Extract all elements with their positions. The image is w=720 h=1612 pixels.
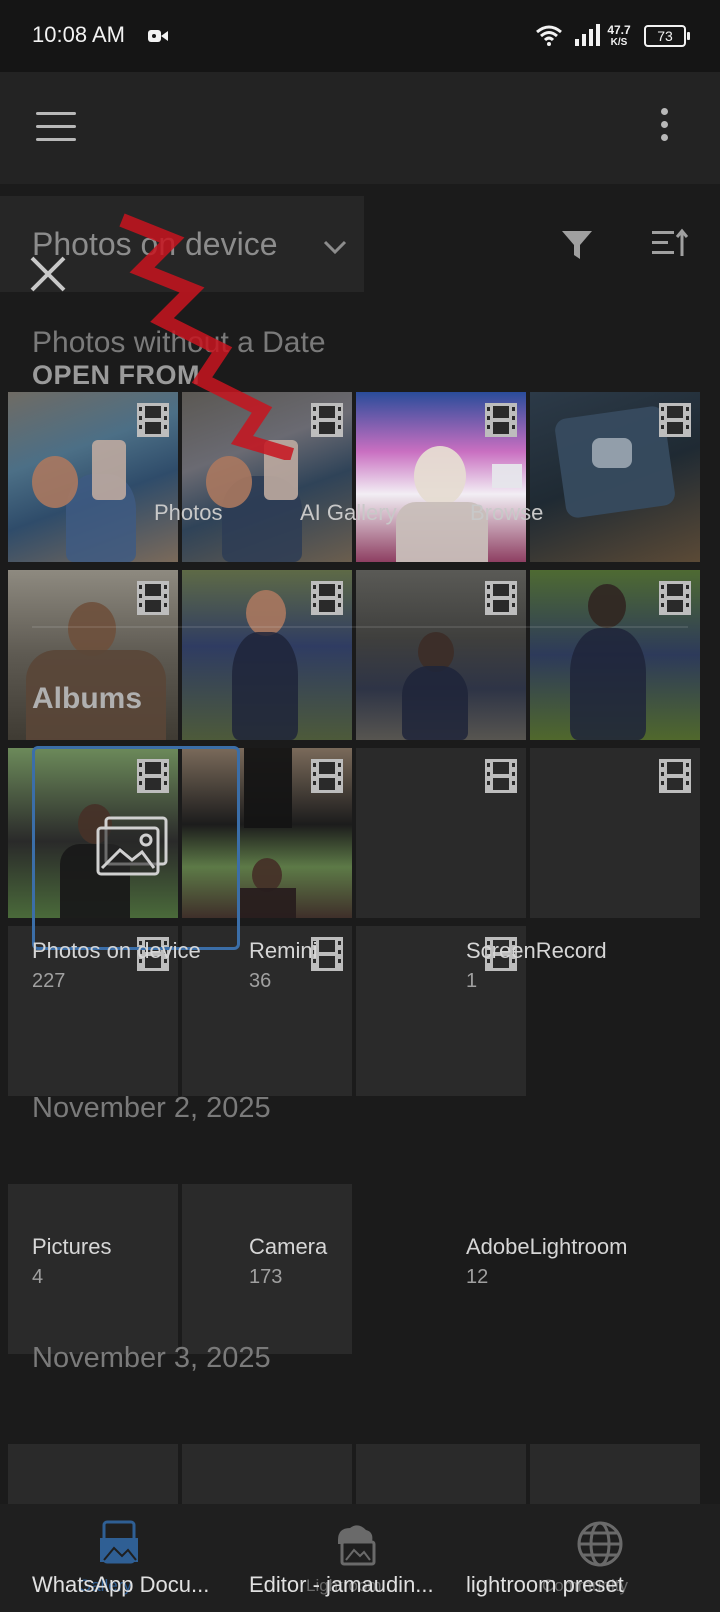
sort-icon[interactable] bbox=[652, 228, 689, 263]
status-time: 10:08 AM bbox=[32, 22, 125, 47]
chevron-down-icon[interactable] bbox=[322, 238, 348, 261]
album-name[interactable]: lightroom preset bbox=[466, 1572, 624, 1598]
app-header bbox=[0, 72, 720, 184]
video-icon bbox=[310, 402, 344, 438]
album-name[interactable]: Editor - jamaudin... bbox=[249, 1572, 434, 1598]
album-count: 4 bbox=[32, 1266, 44, 1288]
photo-thumbnail[interactable] bbox=[356, 392, 526, 562]
video-icon bbox=[658, 580, 692, 616]
album-count: 36 bbox=[249, 970, 272, 992]
video-icon bbox=[484, 402, 518, 438]
hamburger-menu-icon[interactable] bbox=[36, 112, 76, 144]
source-browse[interactable]: Browse bbox=[470, 500, 543, 526]
photo-thumbnail[interactable] bbox=[530, 748, 700, 918]
photo-thumbnail[interactable] bbox=[356, 748, 526, 918]
filter-icon[interactable] bbox=[560, 228, 594, 267]
source-photos[interactable]: Photos bbox=[154, 500, 223, 526]
cloud-photo-icon bbox=[328, 1520, 376, 1571]
album-name[interactable]: Camera bbox=[249, 1234, 327, 1260]
album-count: 173 bbox=[249, 1266, 283, 1288]
network-speed: 47.7 K/S bbox=[604, 23, 634, 48]
battery-indicator: 73 bbox=[644, 25, 690, 47]
wifi-icon bbox=[535, 24, 563, 51]
album-name[interactable]: WhatsApp Docu... bbox=[32, 1572, 209, 1598]
globe-icon bbox=[576, 1520, 624, 1573]
photo-thumbnail[interactable] bbox=[182, 570, 352, 740]
gallery-icon bbox=[96, 1520, 142, 1571]
video-icon bbox=[658, 402, 692, 438]
album-count: 227 bbox=[32, 970, 66, 992]
date-heading: November 2, 2025 bbox=[32, 1092, 271, 1124]
network-speed-unit: K/S bbox=[610, 37, 628, 48]
signal-icon bbox=[575, 24, 601, 51]
photo-thumbnail[interactable] bbox=[530, 392, 700, 562]
video-icon bbox=[658, 758, 692, 794]
photo-thumbnail[interactable] bbox=[530, 570, 700, 740]
photo-thumbnail[interactable] bbox=[530, 1444, 700, 1504]
album-count: 12 bbox=[466, 1266, 489, 1288]
album-name[interactable]: ScreenRecord bbox=[466, 938, 607, 964]
more-options-icon[interactable] bbox=[652, 108, 676, 148]
photo-thumbnail[interactable] bbox=[182, 1444, 352, 1504]
divider bbox=[32, 626, 688, 628]
video-icon bbox=[484, 758, 518, 794]
watermark-graphic bbox=[112, 200, 312, 462]
video-record-icon bbox=[148, 29, 168, 48]
album-name[interactable]: Pictures bbox=[32, 1234, 111, 1260]
source-ai-gallery[interactable]: AI Gallery bbox=[300, 500, 397, 526]
video-icon bbox=[310, 758, 344, 794]
network-speed-value: 47.7 bbox=[607, 23, 631, 37]
close-icon[interactable] bbox=[28, 254, 68, 299]
status-bar: 10:08 AM 47.7 K/S 73 bbox=[0, 0, 720, 72]
album-name[interactable]: Photos on device bbox=[32, 938, 201, 964]
video-icon bbox=[484, 580, 518, 616]
photo-thumbnail[interactable] bbox=[356, 1444, 526, 1504]
album-name[interactable]: Remini bbox=[249, 938, 317, 964]
photo-thumbnail[interactable] bbox=[8, 1444, 178, 1504]
date-heading: November 3, 2025 bbox=[32, 1342, 271, 1374]
video-icon bbox=[136, 580, 170, 616]
photo-album-icon bbox=[96, 816, 170, 883]
photo-thumbnail[interactable] bbox=[356, 570, 526, 740]
album-count: 1 bbox=[466, 970, 478, 992]
video-icon bbox=[310, 580, 344, 616]
albums-heading: Albums bbox=[32, 682, 143, 715]
album-name[interactable]: AdobeLightroom bbox=[466, 1234, 627, 1260]
